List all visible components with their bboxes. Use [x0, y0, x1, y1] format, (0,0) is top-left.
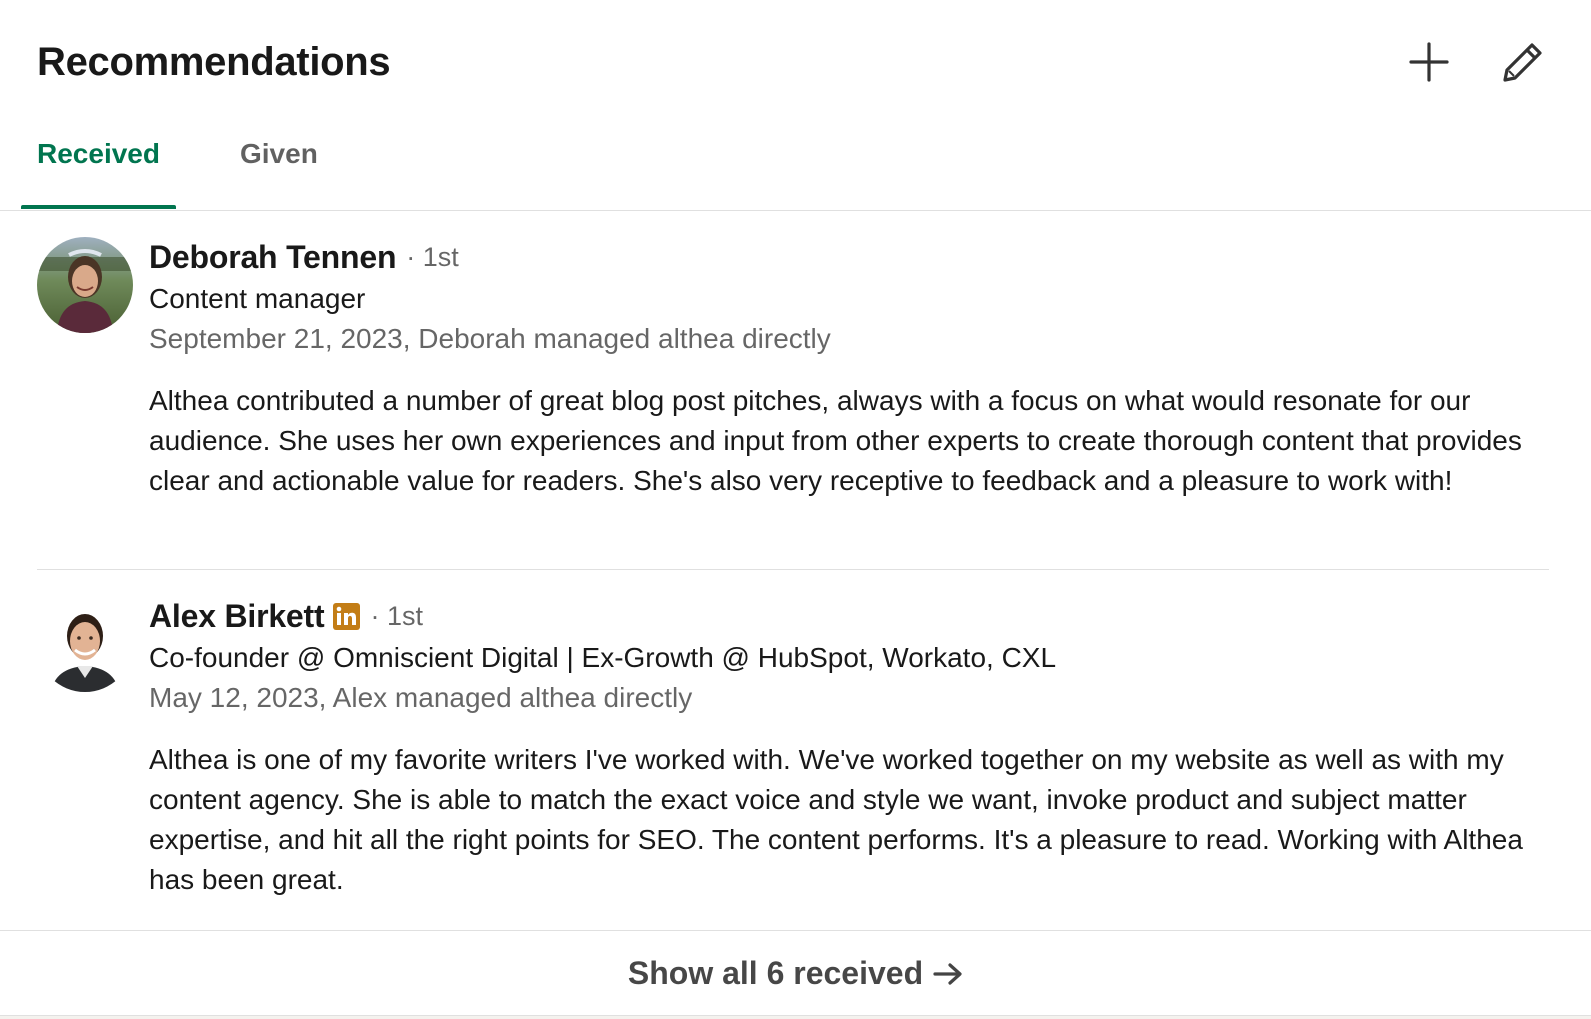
divider: [37, 569, 1549, 570]
recommendation-meta: May 12, 2023, Alex managed althea direct…: [149, 682, 693, 713]
recommendation-tabs: Received Given: [0, 120, 1591, 211]
add-recommendation-button[interactable]: [1401, 34, 1457, 90]
linkedin-icon: [333, 602, 361, 630]
edit-recommendations-button[interactable]: [1495, 34, 1551, 90]
tab-received[interactable]: Received: [37, 138, 160, 170]
recommender-name[interactable]: Deborah Tennen: [149, 239, 396, 276]
show-all-text: Show all 6 received: [627, 955, 924, 991]
name-row: Deborah Tennen · 1st: [149, 235, 1549, 279]
recommendation-body: Alex Birkett · 1st Co-founder @ Omniscie…: [149, 594, 1549, 900]
connection-degree: · 1st: [406, 241, 459, 272]
recommendations-card: Recommendations Received Given Deborah T…: [0, 0, 1591, 1016]
recommendation-text: Althea contributed a number of great blo…: [149, 385, 1522, 496]
active-tab-indicator: [21, 205, 176, 209]
show-all-label: Show all 6 received: [628, 955, 963, 992]
recommendation-body: Deborah Tennen · 1st Content manager Sep…: [149, 235, 1549, 501]
section-title: Recommendations: [37, 40, 391, 84]
recommender-name[interactable]: Alex Birkett: [149, 598, 325, 635]
show-all-received-button[interactable]: Show all 6 received: [0, 930, 1591, 1016]
avatar[interactable]: [37, 237, 133, 333]
section-header: Recommendations: [37, 40, 1591, 100]
recommendation-meta: September 21, 2023, Deborah managed alth…: [149, 323, 831, 354]
pencil-icon: [1503, 43, 1542, 82]
plus-icon: [1409, 42, 1449, 82]
avatar[interactable]: [37, 596, 133, 692]
connection-degree: · 1st: [370, 600, 423, 631]
tab-given[interactable]: Given: [240, 138, 318, 170]
recommender-headline: Co-founder @ Omniscient Digital | Ex-Gro…: [149, 642, 1057, 673]
name-row: Alex Birkett · 1st: [149, 594, 1549, 638]
arrow-right-icon: [933, 962, 963, 986]
recommender-headline: Content manager: [149, 283, 366, 314]
recommendation-text: Althea is one of my favorite writers I'v…: [149, 744, 1523, 895]
